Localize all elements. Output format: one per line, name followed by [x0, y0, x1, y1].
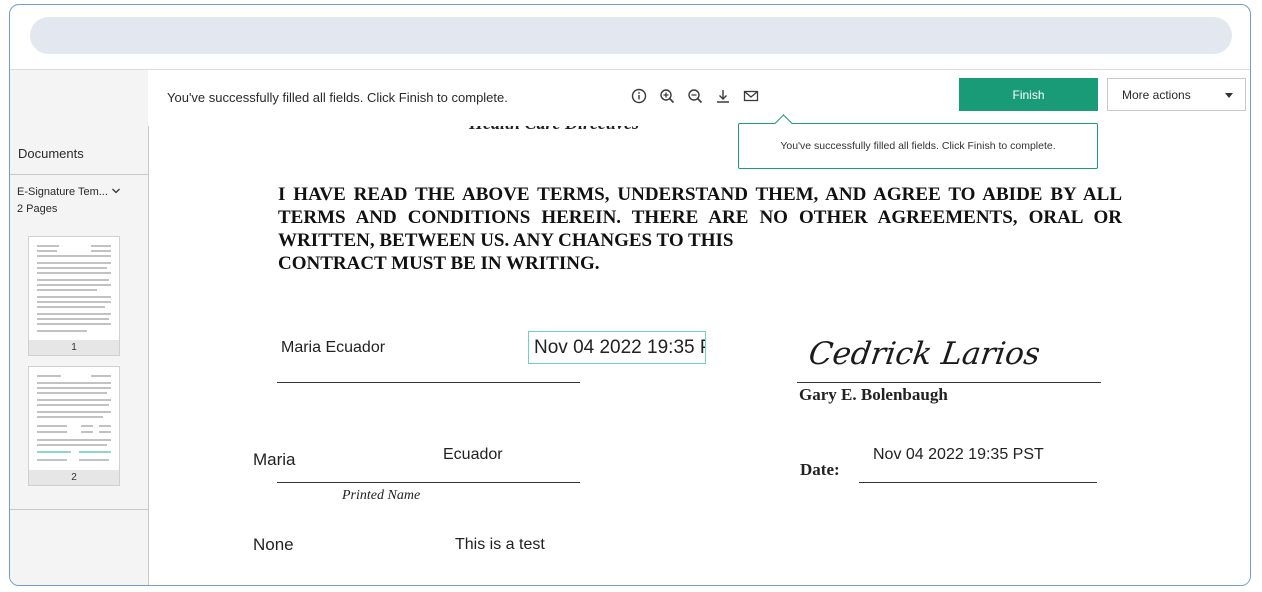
- page-count: 2 Pages: [17, 203, 58, 215]
- browser-window: You've successfully filled all fields. C…: [9, 4, 1251, 586]
- thumbnail-label: 1: [29, 340, 119, 355]
- documents-sidebar: Documents E-Signature Tem... 2 Pages 1 2: [10, 126, 149, 585]
- page-thumbnail-2[interactable]: 2: [28, 366, 120, 486]
- info-icon[interactable]: [630, 87, 648, 105]
- date-field[interactable]: Nov 04 2022 19:35 PST: [873, 446, 1044, 464]
- company-signature-line: [797, 382, 1101, 383]
- signer-name-field[interactable]: Maria Ecuador: [281, 339, 385, 357]
- caret-down-icon: [1225, 88, 1233, 102]
- status-message: You've successfully filled all fields. C…: [167, 90, 508, 105]
- document-selector[interactable]: E-Signature Tem...: [17, 186, 121, 199]
- more-actions-label: More actions: [1122, 87, 1191, 102]
- document-name: E-Signature Tem...: [17, 186, 108, 198]
- printed-name-label: Printed Name: [342, 488, 421, 503]
- document-page: Health Care Directives I HAVE READ THE A…: [149, 126, 1250, 585]
- sidebar-divider: [10, 174, 148, 175]
- toolbar-sidebar-spacer: [10, 70, 148, 126]
- sidebar-title: Documents: [18, 146, 84, 161]
- signer-signature-line: [277, 382, 580, 383]
- signature-field[interactable]: Cedrick Lariosa: [807, 326, 1061, 383]
- signature-image: Cedrick Lariosa: [809, 336, 1039, 372]
- note-value-field[interactable]: None: [253, 535, 294, 555]
- printed-name-line: [277, 482, 580, 483]
- thumbnail-label: 2: [29, 470, 119, 485]
- printed-first-name-field[interactable]: Maria: [253, 450, 296, 470]
- finish-button[interactable]: Finish: [959, 78, 1098, 111]
- printed-last-name-field[interactable]: Ecuador: [443, 446, 503, 464]
- note-text-field[interactable]: This is a test: [455, 536, 545, 554]
- agreement-terms-body: I HAVE READ THE ABOVE TERMS, UNDERSTAND …: [278, 184, 1122, 251]
- agreement-terms-last-line: CONTRACT MUST BE IN WRITING.: [278, 253, 600, 274]
- document-heading: Health Care Directives: [469, 126, 639, 134]
- mail-icon[interactable]: [742, 87, 760, 105]
- chevron-down-icon: [111, 186, 121, 199]
- signed-date-field[interactable]: Nov 04 2022 19:35 PST: [528, 331, 706, 364]
- agreement-terms: I HAVE READ THE ABOVE TERMS, UNDERSTAND …: [278, 183, 1122, 275]
- completion-tooltip: You've successfully filled all fields. C…: [738, 123, 1098, 169]
- toolbar-icons: [630, 87, 760, 105]
- download-icon[interactable]: [714, 87, 732, 105]
- address-bar[interactable]: [30, 17, 1232, 54]
- company-signer-name: Gary E. Bolenbaugh: [799, 385, 948, 404]
- sidebar-divider: [10, 509, 148, 510]
- more-actions-button[interactable]: More actions: [1107, 78, 1246, 111]
- page-thumbnail-1[interactable]: 1: [28, 236, 120, 356]
- zoom-out-icon[interactable]: [686, 87, 704, 105]
- date-label: Date:: [800, 460, 840, 479]
- document-toolbar: You've successfully filled all fields. C…: [10, 69, 1250, 127]
- date-line: [859, 482, 1097, 483]
- zoom-in-icon[interactable]: [658, 87, 676, 105]
